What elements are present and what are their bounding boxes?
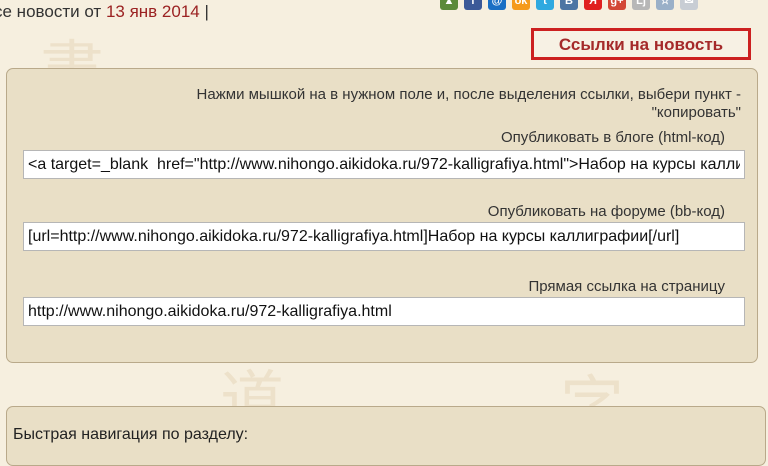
news-prefix: се новости от (0, 2, 102, 21)
email-icon[interactable]: ✉ (680, 0, 698, 10)
android-icon[interactable]: ▲ (440, 0, 458, 10)
quick-navigation-title: Быстрая навигация по разделу: (13, 426, 249, 443)
googleplus-icon[interactable]: g+ (608, 0, 626, 10)
livejournal-icon[interactable]: Lj (632, 0, 650, 10)
instruction-text: Нажми мышкой на в нужном поле и, после в… (196, 86, 741, 121)
yandex-icon[interactable]: Я (584, 0, 602, 10)
news-date-line: се новости от 13 янв 2014 | (0, 2, 209, 22)
quick-navigation-panel: Быстрая навигация по разделу: (6, 406, 766, 466)
direct-link-input[interactable] (23, 297, 745, 326)
share-icons-bar: ▲ f @ ok t В Яg+ Lj ☆ ✉ (440, 0, 698, 10)
facebook-icon[interactable]: f (464, 0, 482, 10)
odnoklassniki-icon[interactable]: ok (512, 0, 530, 10)
blog-code-input[interactable] (23, 150, 745, 179)
mailru-icon[interactable]: @ (488, 0, 506, 10)
news-links-button[interactable]: Ссылки на новость (531, 28, 751, 60)
share-links-panel: Нажми мышкой на в нужном поле и, после в… (6, 68, 758, 363)
direct-link-label: Прямая ссылка на страницу (528, 278, 725, 295)
news-date-link[interactable]: 13 янв 2014 (106, 2, 200, 21)
twitter-icon[interactable]: t (536, 0, 554, 10)
vk-icon[interactable]: В (560, 0, 578, 10)
blog-code-label: Опубликовать в блоге (html-код) (500, 129, 725, 146)
bookmark-icon[interactable]: ☆ (656, 0, 674, 10)
separator: | (204, 2, 209, 21)
forum-code-input[interactable] (23, 222, 745, 251)
forum-code-label: Опубликовать на форуме (bb-код) (487, 203, 725, 220)
